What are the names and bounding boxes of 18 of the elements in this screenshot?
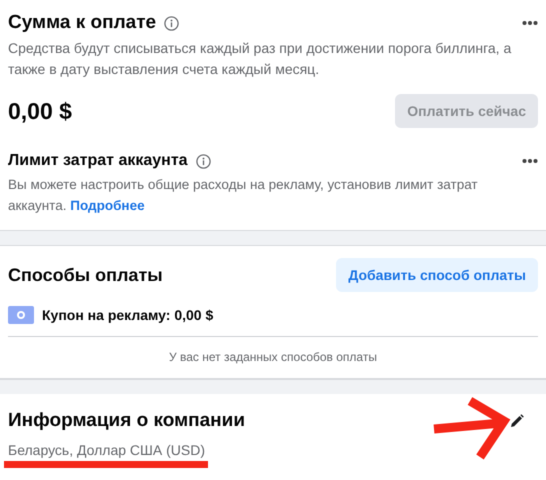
coupon-balance: Купон на рекламу: 0,00 $ bbox=[42, 307, 214, 323]
section-title: Лимит затрат аккаунта bbox=[8, 152, 188, 170]
more-icon[interactable] bbox=[522, 20, 538, 26]
info-icon[interactable] bbox=[164, 16, 180, 30]
company-details: Беларусь, Доллар США (USD) bbox=[8, 441, 206, 460]
amount-due: 0,00 $ bbox=[8, 98, 72, 124]
section-title: Сумма к оплате bbox=[8, 12, 156, 34]
section-title: Информация о компании bbox=[8, 410, 245, 432]
more-icon[interactable] bbox=[522, 158, 538, 164]
pencil-icon[interactable] bbox=[510, 414, 524, 428]
info-icon[interactable] bbox=[196, 154, 211, 168]
add-payment-method-button[interactable]: Добавить способ оплаты bbox=[336, 258, 538, 292]
section-title: Способы оплаты bbox=[8, 264, 163, 286]
empty-note: У вас нет заданных способов оплаты bbox=[8, 336, 538, 364]
coupon-icon bbox=[8, 306, 34, 324]
learn-more-link[interactable]: Подробнее bbox=[70, 198, 145, 213]
description: Вы можете настроить общие расходы на рекламу, установив лимит затрат аккаунта. Подробнее bbox=[8, 176, 479, 215]
description: Средства будут списываться каждый раз при достижении порога биллинга, а также в дату выставления счета каждый месяц. bbox=[8, 39, 512, 79]
